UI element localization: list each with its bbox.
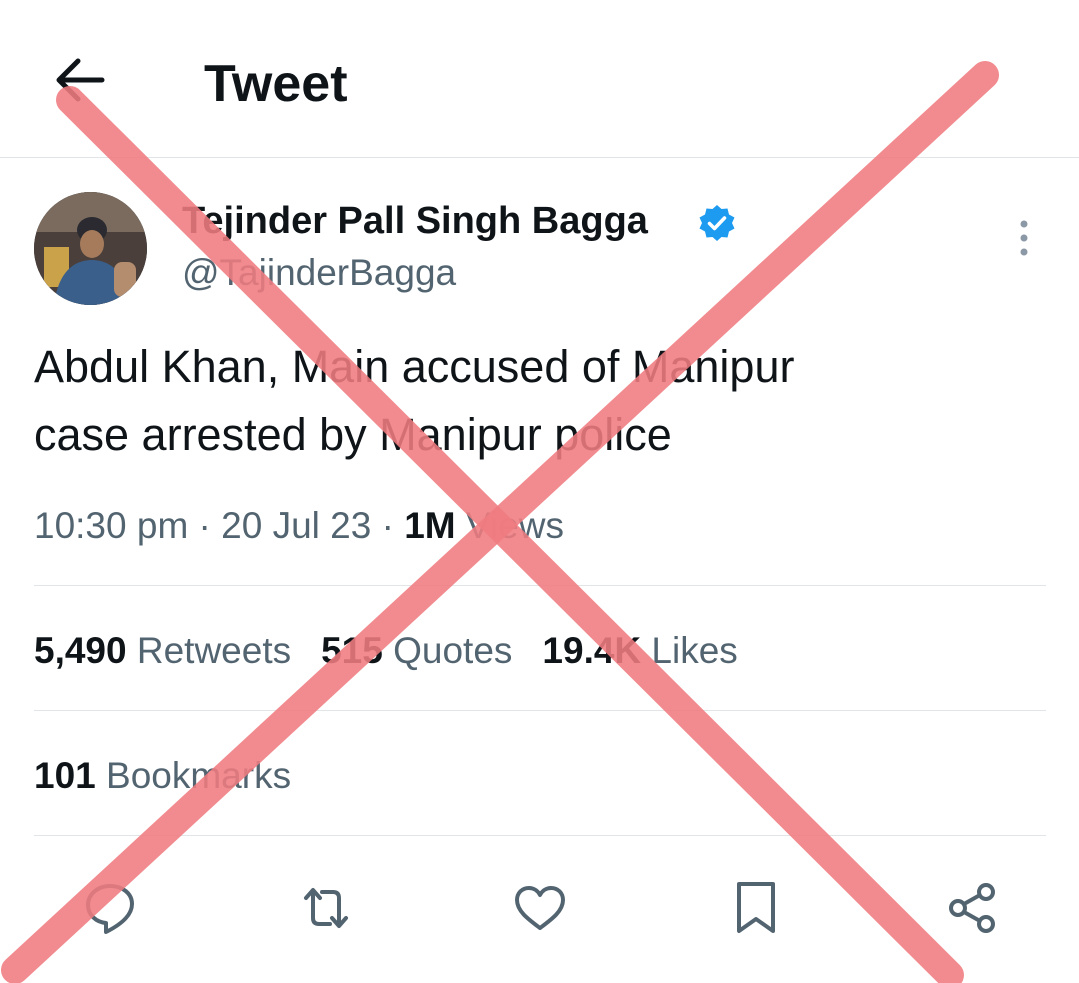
header-divider [0, 157, 1079, 158]
tweet-text-line: case arrested by Manipur police [34, 409, 672, 460]
back-button[interactable] [50, 50, 110, 110]
retweets-count: 5,490 [34, 630, 127, 671]
tweet-text-line: Abdul Khan, Main accused of Manipur [34, 341, 795, 392]
views-count: 1M [404, 505, 456, 546]
more-options-button[interactable] [1010, 218, 1038, 258]
bookmark-icon [737, 882, 775, 933]
bookmarks-label: Bookmarks [95, 755, 292, 796]
tweet-text: Abdul Khan, Main accused of Manipur case… [34, 333, 1034, 469]
app-header: Tweet [0, 0, 1079, 158]
more-vertical-icon [1020, 220, 1028, 256]
bookmark-button[interactable] [726, 878, 786, 938]
likes-count: 19.4K [542, 630, 642, 671]
bookmarks-count: 101 [34, 755, 96, 796]
verified-badge-icon [699, 205, 735, 241]
meta-separator: · [371, 505, 405, 546]
tweet-stats: 5,490 Retweets 515 Quotes 19.4K Likes [34, 628, 768, 674]
retweet-icon [304, 888, 348, 928]
share-button[interactable] [942, 878, 1002, 938]
divider [34, 585, 1046, 586]
author-handle[interactable]: @TajinderBagga [182, 250, 456, 296]
views-label: Views [455, 505, 564, 546]
tweet-date[interactable]: 20 Jul 23 [221, 505, 371, 546]
bookmarks-stat[interactable]: 101 Bookmarks [34, 753, 291, 799]
author-display-name[interactable]: Tejinder Pall Singh Bagga [182, 198, 648, 244]
likes-label: Likes [641, 630, 738, 671]
tweet-time[interactable]: 10:30 pm [34, 505, 188, 546]
like-button[interactable] [510, 878, 570, 938]
retweets-stat[interactable]: 5,490 Retweets [34, 628, 291, 674]
arrow-left-icon [56, 58, 105, 102]
quotes-label: Quotes [382, 630, 513, 671]
retweet-button[interactable] [296, 878, 356, 938]
reply-button[interactable] [80, 878, 140, 938]
likes-stat[interactable]: 19.4K Likes [542, 628, 737, 674]
divider [34, 710, 1046, 711]
like-icon [515, 886, 565, 930]
page-title: Tweet [204, 55, 348, 113]
reply-icon [86, 884, 134, 934]
quotes-count: 515 [321, 630, 383, 671]
quotes-stat[interactable]: 515 Quotes [321, 628, 512, 674]
divider [34, 835, 1046, 836]
avatar-image [34, 192, 147, 305]
meta-separator: · [188, 505, 222, 546]
share-icon [949, 883, 995, 933]
tweet-meta: 10:30 pm · 20 Jul 23 · 1M Views [34, 503, 564, 549]
retweets-label: Retweets [126, 630, 292, 671]
avatar[interactable] [34, 192, 147, 305]
